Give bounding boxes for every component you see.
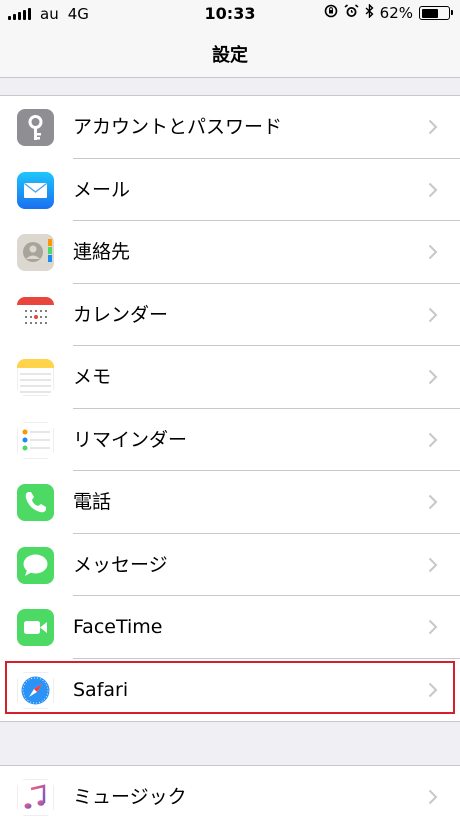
settings-row-mail[interactable]: メール [0,159,460,221]
chevron-right-icon [428,369,438,385]
settings-row-label: ミュージック [73,786,187,808]
music-icon [17,779,54,816]
settings-row-label: 連絡先 [73,241,131,263]
phone-icon [17,484,54,521]
highlight-box [5,661,455,714]
settings-row-label: メール [73,178,131,201]
settings-row-notes[interactable]: メモ [0,346,460,409]
orientation-lock-icon [324,4,338,22]
chevron-right-icon [428,244,438,260]
reminders-icon [17,421,54,459]
alarm-icon [344,4,359,22]
bluetooth-icon [365,3,374,22]
battery-icon [419,6,453,20]
chevron-right-icon [428,182,438,198]
settings-row-label: カレンダー [73,303,169,326]
contacts-icon [17,234,54,271]
settings-row-label: FaceTime [73,616,163,638]
settings-row-phone[interactable]: 電話 [0,471,460,534]
mail-icon [17,171,54,209]
settings-row-label: アカウントとパスワード [73,116,283,138]
messages-icon [17,546,54,584]
chevron-right-icon [428,557,438,573]
chevron-right-icon [428,619,438,635]
chevron-right-icon [428,119,438,135]
settings-row-label: リマインダー [73,428,188,451]
chevron-right-icon [428,494,438,510]
settings-row-messages[interactable]: メッセージ [0,534,460,596]
settings-row-calendar[interactable]: カレンダー [0,284,460,346]
chevron-right-icon [428,307,438,323]
battery-percentage: 62% [379,4,413,22]
calendar-icon [17,296,54,334]
settings-row-label: メモ [73,366,112,388]
settings-row-contacts[interactable]: 連絡先 [0,221,460,284]
settings-group-apps: アカウントとパスワード メール連絡先カレンダーメモリマインダー 電話メッセージ Fac… [0,95,460,722]
facetime-icon [17,609,54,646]
settings-row-label: 電話 [73,491,112,513]
settings-row-facetime[interactable]: FaceTime [0,596,460,659]
notes-icon [17,359,54,396]
settings-row-reminders[interactable]: リマインダー [0,409,460,471]
settings-row-key[interactable]: アカウントとパスワード [0,96,460,159]
settings-group-media: ミュージック [0,765,460,818]
key-icon [17,109,54,146]
chevron-right-icon [428,789,438,805]
navigation-bar: 設定 [0,28,460,78]
page-title: 設定 [212,45,248,66]
status-right: 62% [324,3,453,22]
settings-row-music[interactable]: ミュージック [0,766,460,818]
status-bar: au 4G 10:33 62% [0,0,460,28]
settings-row-label: メッセージ [73,553,168,576]
chevron-right-icon [428,432,438,448]
